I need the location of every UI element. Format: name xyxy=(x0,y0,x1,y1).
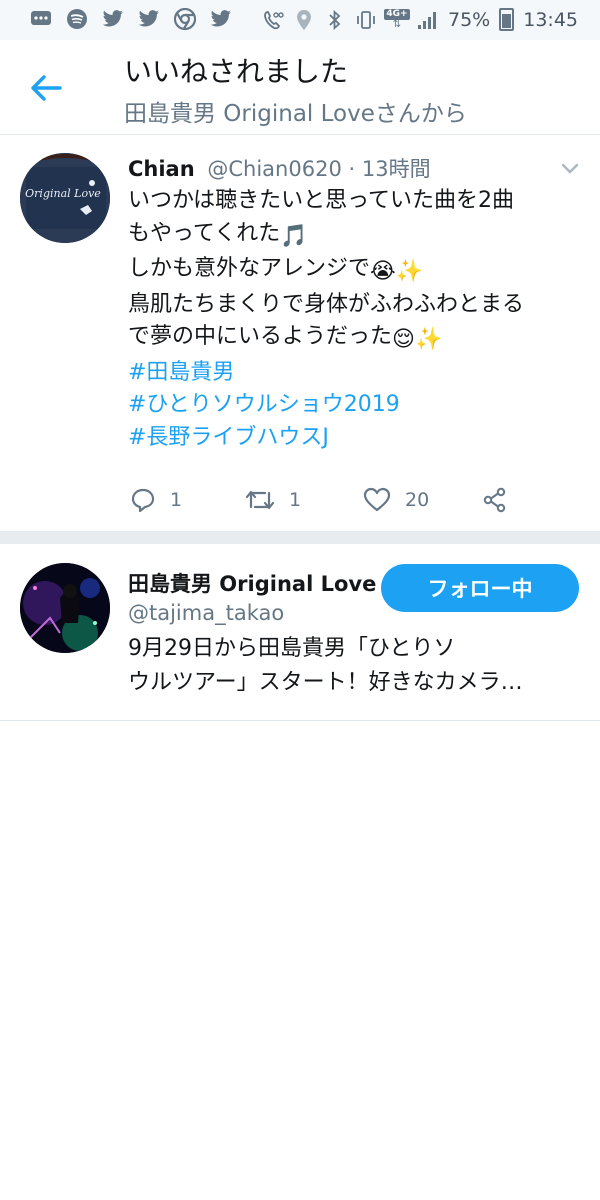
back-button[interactable] xyxy=(26,70,66,106)
battery-percent: 75% xyxy=(448,8,491,31)
reply-count: 1 xyxy=(170,489,183,511)
heart-icon xyxy=(363,487,391,512)
twitter-icon xyxy=(102,8,124,30)
bluetooth-icon xyxy=(324,9,346,31)
tweet-header: Chian @Chian0620 · 13時間 xyxy=(128,153,431,183)
tweet-line: しかも意外なアレンジで😭✨ xyxy=(128,253,583,289)
reply-button[interactable]: 1 xyxy=(130,487,182,513)
retweet-button[interactable]: 1 xyxy=(245,487,301,513)
back-arrow-icon xyxy=(31,75,62,101)
tweet-menu-button[interactable] xyxy=(560,161,580,175)
following-button[interactable]: フォロー中 xyxy=(381,564,579,612)
tweet-line: もやってくれた🎵 xyxy=(128,218,583,254)
chevron-down-icon xyxy=(561,163,579,174)
avatar-logo-text: Original Love xyxy=(25,187,101,200)
user-bio: 9月29日から田島貴男「ひとりソ ウルツアー」スタート！好きなカメラ… xyxy=(128,632,578,700)
liked-tweet[interactable]: Original Love Chian @Chian0620 · 13時間 いつ… xyxy=(0,135,600,530)
author-name[interactable]: Chian xyxy=(128,157,195,181)
share-button[interactable] xyxy=(482,487,508,513)
page-title: いいねされました xyxy=(124,55,349,88)
hashtag-link[interactable]: #田島貴男 xyxy=(128,357,583,390)
section-divider xyxy=(0,531,600,544)
dot-separator: · xyxy=(341,157,362,181)
network-type-icon: 4G+ ⇅ xyxy=(384,9,410,30)
voicemail-icon xyxy=(262,9,284,31)
share-icon xyxy=(483,487,506,513)
hashtag-link[interactable]: #長野ライブハウスJ xyxy=(128,422,583,455)
twitter-icon xyxy=(210,8,232,30)
notification-header: いいねされました 田島貴男 Original Loveさんから xyxy=(0,40,600,135)
like-count: 20 xyxy=(405,489,430,511)
vibrate-icon xyxy=(355,9,377,31)
tweet-line: いつかは聴きたいと思っていた曲を2曲 xyxy=(128,188,515,213)
avatar[interactable]: Original Love xyxy=(20,153,110,243)
user-avatar[interactable] xyxy=(20,563,110,653)
retweet-icon xyxy=(245,490,275,510)
signal-icon xyxy=(417,9,439,31)
tweet-line: 鳥肌たちまくりで身体がふわふわとまる xyxy=(128,291,525,317)
tweet-line: で夢の中にいるようだった😌✨ xyxy=(128,321,583,357)
tweet-text: いつかは聴きたいと思っていた曲を2曲 もやってくれた🎵 しかも意外なアレンジで😭… xyxy=(128,185,583,454)
bio-line: ウルツアー」スタート！好きなカメラ… xyxy=(128,670,523,695)
hashtag-link[interactable]: #ひとりソウルショウ2019 xyxy=(128,389,583,422)
page-subtitle: 田島貴男 Original Loveさんから xyxy=(124,101,467,127)
message-icon xyxy=(30,8,52,30)
spotify-icon xyxy=(66,8,88,30)
reply-icon xyxy=(131,488,155,513)
clock: 13:45 xyxy=(523,8,578,31)
bio-line: 9月29日から田島貴男「ひとりソ xyxy=(128,636,456,661)
chrome-icon xyxy=(174,8,196,30)
location-icon xyxy=(293,9,315,31)
author-handle[interactable]: @Chian0620 xyxy=(207,157,341,181)
status-bar: 4G+ ⇅ 75% 13:45 xyxy=(0,0,600,40)
twitter-icon xyxy=(138,8,160,30)
like-button[interactable]: 20 xyxy=(363,487,429,513)
relieved-sparkle-emoji: 😌✨ xyxy=(392,327,443,352)
tweet-time: 13時間 xyxy=(361,157,431,181)
user-handle[interactable]: @tajima_takao xyxy=(128,601,284,625)
crying-sparkle-emoji: 😭✨ xyxy=(370,259,424,284)
music-note-emoji: 🎵 xyxy=(280,223,308,249)
tweet-actions: 1 1 20 xyxy=(0,487,600,517)
user-card[interactable]: 田島貴男 Original Love @tajima_takao フォロー中 9… xyxy=(0,544,600,721)
battery-icon xyxy=(499,8,515,31)
retweet-count: 1 xyxy=(289,489,302,511)
user-name[interactable]: 田島貴男 Original Love xyxy=(128,568,376,598)
